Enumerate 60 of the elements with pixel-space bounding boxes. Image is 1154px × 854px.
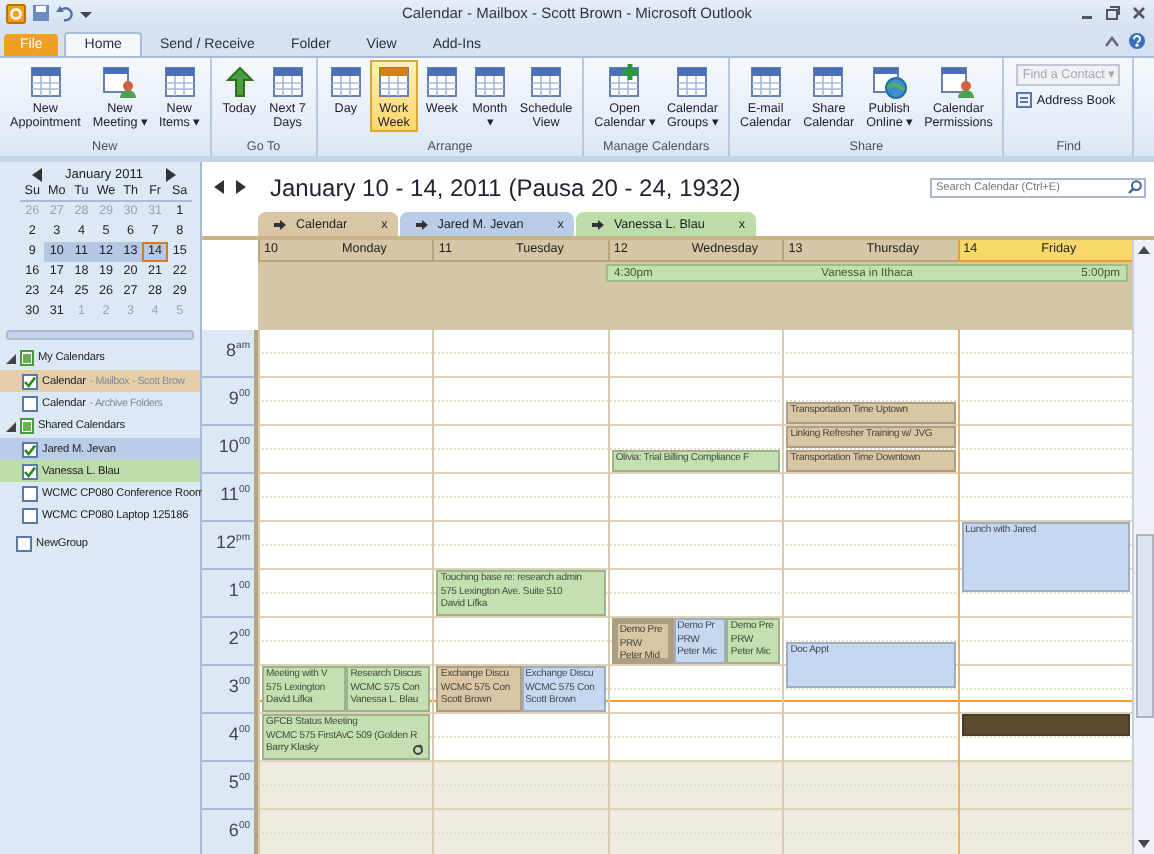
back-arrow-icon[interactable] — [214, 180, 224, 194]
calendar-icon — [747, 64, 784, 100]
calendar-icon — [27, 64, 64, 100]
collapse-ribbon-icon[interactable] — [1104, 33, 1120, 49]
calendar-icon — [471, 64, 508, 100]
restore-icon[interactable] — [1104, 4, 1122, 22]
checkbox[interactable] — [22, 373, 38, 389]
checkbox[interactable] — [16, 535, 32, 551]
time-label: 11$^{00}$ — [220, 484, 250, 504]
time-label: 8$^{am}$ — [226, 340, 250, 360]
undo-icon[interactable] — [56, 4, 74, 22]
time-label: 12$^{pm}$ — [216, 532, 250, 552]
calendar-icon — [674, 64, 711, 100]
checkbox[interactable] — [22, 395, 38, 411]
calendar-icon — [327, 64, 364, 100]
scroll-up-icon[interactable] — [1136, 244, 1152, 256]
recurrence-icon — [412, 744, 425, 756]
time-label: 4$^{00}$ — [228, 724, 250, 744]
calendar-icon — [161, 64, 198, 100]
book-icon — [1016, 92, 1033, 108]
arrow-icon[interactable] — [274, 219, 286, 229]
arrow-icon[interactable] — [415, 219, 428, 229]
time-label: 6$^{00}$ — [228, 820, 250, 840]
calendar-plus-icon — [606, 64, 643, 100]
app-logo-icon — [6, 3, 26, 23]
search-icon[interactable] — [1128, 180, 1142, 194]
next-month-icon[interactable] — [165, 168, 176, 182]
calendar-icon — [810, 64, 847, 100]
arrow-icon[interactable] — [591, 219, 604, 229]
close-icon[interactable] — [1130, 4, 1148, 22]
date-range-title: January 10 - 14, 2011 (Pausa 20 - 24, 1932) — [270, 173, 741, 201]
calendar-icon — [423, 64, 460, 100]
calendar-icon — [528, 64, 564, 100]
arrow-icon — [221, 64, 258, 100]
time-label: 10$^{00}$ — [218, 436, 250, 456]
time-label: 2$^{00}$ — [228, 628, 250, 648]
people-icon — [101, 64, 138, 100]
expand-icon[interactable] — [6, 421, 16, 431]
calendar-group-icon — [20, 418, 34, 434]
time-label: 5$^{00}$ — [228, 772, 250, 792]
scroll-down-icon[interactable] — [1136, 838, 1152, 850]
previous-month-icon[interactable] — [32, 168, 42, 182]
time-label: 1$^{00}$ — [228, 580, 250, 600]
time-label: 3$^{00}$ — [228, 676, 250, 696]
people-icon — [940, 64, 977, 100]
calendar-group-icon — [20, 350, 34, 366]
scrollbar[interactable] — [1132, 240, 1154, 854]
help-icon[interactable] — [1128, 32, 1146, 50]
calendar-icon — [375, 64, 412, 100]
checkbox[interactable] — [22, 463, 38, 479]
expand-icon[interactable] — [6, 353, 16, 363]
checkbox[interactable] — [22, 441, 38, 457]
save-icon[interactable] — [32, 4, 50, 22]
checkbox[interactable] — [22, 507, 38, 523]
forward-arrow-icon[interactable] — [236, 180, 246, 194]
calendar-icon — [269, 64, 306, 100]
checkbox[interactable] — [22, 485, 38, 501]
scrollbar-thumb[interactable] — [1135, 534, 1153, 718]
time-label: 9$^{00}$ — [228, 388, 250, 408]
globe-icon — [871, 64, 908, 100]
